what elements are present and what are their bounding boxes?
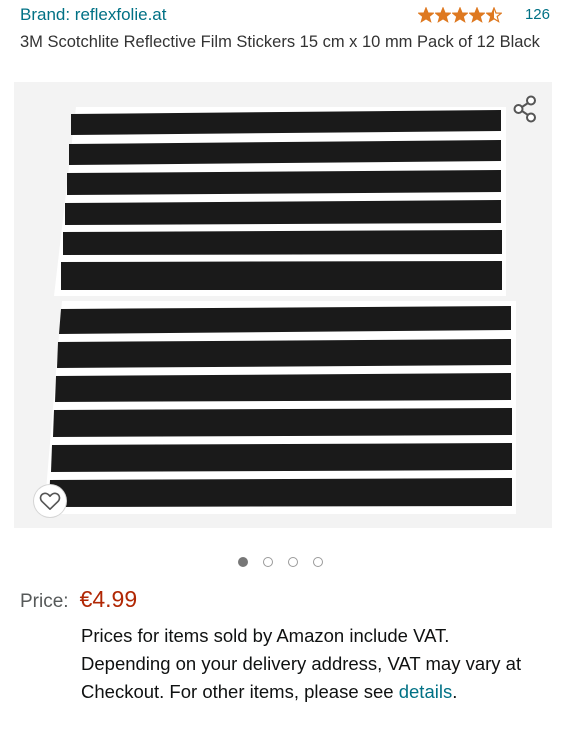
sticker-strip [51,443,512,472]
review-count[interactable]: 126 [525,6,550,23]
share-button[interactable] [508,92,542,126]
add-to-wishlist-button[interactable] [34,485,66,517]
price-label: Price: [20,591,69,612]
sticker-strip [71,110,501,135]
pagination-dot[interactable] [263,557,273,567]
image-pagination-dots[interactable] [238,557,338,567]
heart-icon [39,492,61,510]
share-icon [513,95,536,123]
brand-rating-row: Brand: reflexfolie.at 126 [20,4,550,28]
star-rating[interactable] [417,6,503,23]
star-full-icon [468,6,485,23]
product-title: 3M Scotchlite Reflective Film Stickers 1… [20,33,540,51]
product-image-gallery[interactable] [14,82,552,528]
pagination-dot[interactable] [288,557,298,567]
star-half-icon [485,6,502,23]
sticker-strip [69,140,501,165]
sticker-strip [53,408,512,437]
sticker-strip [63,230,502,255]
product-detail-page: { "header": { "brand": "Brand: reflexfol… [0,0,566,750]
price-row: Price: €4.99 [20,586,137,613]
sticker-strip [57,339,511,368]
star-full-icon [451,6,468,23]
sticker-strip [67,170,501,195]
brand-link[interactable]: Brand: reflexfolie.at [20,5,166,25]
sticker-strip [49,478,512,507]
sticker-strip [55,373,511,402]
vat-note-suffix: . [452,681,458,702]
vat-note: Prices for items sold by Amazon include … [81,622,541,706]
star-full-icon [434,6,451,23]
product-image[interactable] [14,82,552,528]
price-value: €4.99 [79,586,138,612]
rating[interactable]: 126 [417,6,550,23]
pagination-dot[interactable] [238,557,248,567]
star-full-icon [417,6,434,23]
sticker-strip [61,261,502,290]
pagination-dot[interactable] [313,557,323,567]
details-link[interactable]: details [399,681,452,702]
sticker-strip [65,200,501,225]
sticker-strip [59,306,511,334]
